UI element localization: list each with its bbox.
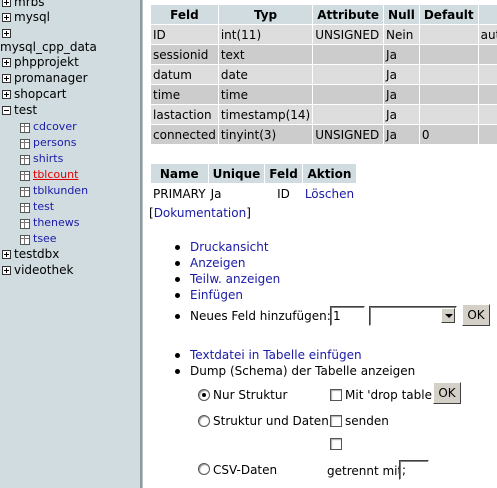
expand-icon[interactable] [2,266,11,275]
table-row: sessionid text Ja [151,45,497,64]
chevron-down-icon[interactable] [441,308,455,323]
checkbox-senden-label: senden [345,414,389,428]
table-icon[interactable] [20,139,30,149]
col-header-attribute: Attribute [313,5,384,24]
expand-icon[interactable] [2,58,11,67]
table-icon[interactable] [20,235,30,245]
documentation-link[interactable]: Dokumentation [154,206,247,220]
separator-label: getrennt mit [327,464,403,478]
col-header-aktion: Aktion [302,164,357,183]
expand-icon[interactable] [2,29,11,38]
radio-csv-daten-label: CSV-Daten [213,463,278,477]
dump-label: Dump (Schema) der Tabelle anzeigen [190,364,416,378]
radio-nur-struktur[interactable] [198,389,210,401]
table-icon[interactable] [20,123,30,133]
expand-icon[interactable] [2,74,11,83]
checkbox-extra[interactable] [330,438,342,450]
table-icon[interactable] [20,203,30,213]
expand-icon[interactable] [2,250,11,259]
load-textfile-link[interactable]: Textdatei in Tabelle einfügen [190,347,362,363]
documentation-link-wrapper: [Dokumentation] [149,206,251,220]
fields-table: Feld Typ Attribute Null Default ID int(1… [150,4,497,145]
table-icon[interactable] [20,187,30,197]
table-icon[interactable] [20,155,30,165]
add-field-ok-button[interactable]: OK [462,304,490,326]
select-link[interactable]: Teilw. anzeigen [190,271,280,287]
expand-icon[interactable] [2,13,11,22]
index-table: Name Unique Feld Aktion PRIMARY Ja ID Lö… [150,163,357,204]
bullet-icon [175,277,180,282]
col-header-extra [478,5,497,24]
separator-input[interactable]: ; [399,460,429,480]
table-row: connected tinyint(3) UNSIGNED Ja 0 [151,125,497,144]
col-header-name: Name [151,164,208,183]
col-header-feld: Feld [265,164,302,183]
bullet-icon [175,369,180,374]
checkbox-drop-table-label: Mit 'drop table' [345,388,436,402]
radio-struktur-und-daten[interactable] [198,415,210,427]
table-row: time time Ja [151,85,497,104]
table-row: PRIMARY Ja ID Löschen [153,186,355,201]
database-tree-frame: mrbs mysql mysql_cpp_data phpprojekt pro… [0,0,140,488]
radio-struktur-und-daten-label: Struktur und Daten [213,414,329,428]
expand-icon[interactable] [2,90,11,99]
table-icon[interactable] [20,171,30,181]
fields-table-header: Feld Typ Attribute Null Default [151,5,497,24]
checkbox-drop-table[interactable] [330,389,342,401]
bullet-icon [175,261,180,266]
col-header-default: Default [419,5,478,24]
bullet-icon [175,353,180,358]
add-field-position-select[interactable] [369,306,457,326]
print-view-link[interactable]: Druckansicht [190,239,269,255]
col-header-typ: Typ [218,5,313,24]
col-header-feld: Feld [151,5,218,24]
radio-nur-struktur-label: Nur Struktur [213,388,288,402]
col-header-null: Null [384,5,419,24]
col-header-unique: Unique [208,164,265,183]
delete-index-link[interactable]: Löschen [305,187,354,201]
radio-csv-daten[interactable] [198,463,210,475]
collapse-icon[interactable] [2,106,11,115]
bullet-icon [175,314,180,319]
table-icon[interactable] [20,219,30,229]
expand-icon[interactable] [2,0,11,7]
table-row: ID int(11) UNSIGNED Nein auto [151,25,497,44]
table-row: lastaction timestamp(14) Ja [151,105,497,124]
add-field-label: Neues Feld hinzufügen: [190,309,331,323]
browse-link[interactable]: Anzeigen [190,255,245,271]
insert-link[interactable]: Einfügen [190,287,243,303]
add-field-count-input[interactable]: 1 [330,306,365,326]
main-frame: Feld Typ Attribute Null Default ID int(1… [143,0,497,488]
bullet-icon [175,245,180,250]
table-row: datum date Ja [151,65,497,84]
checkbox-senden[interactable] [330,415,342,427]
dump-ok-button[interactable]: OK [433,382,461,404]
index-table-header: Name Unique Feld Aktion [151,164,357,183]
bullet-icon [175,293,180,298]
